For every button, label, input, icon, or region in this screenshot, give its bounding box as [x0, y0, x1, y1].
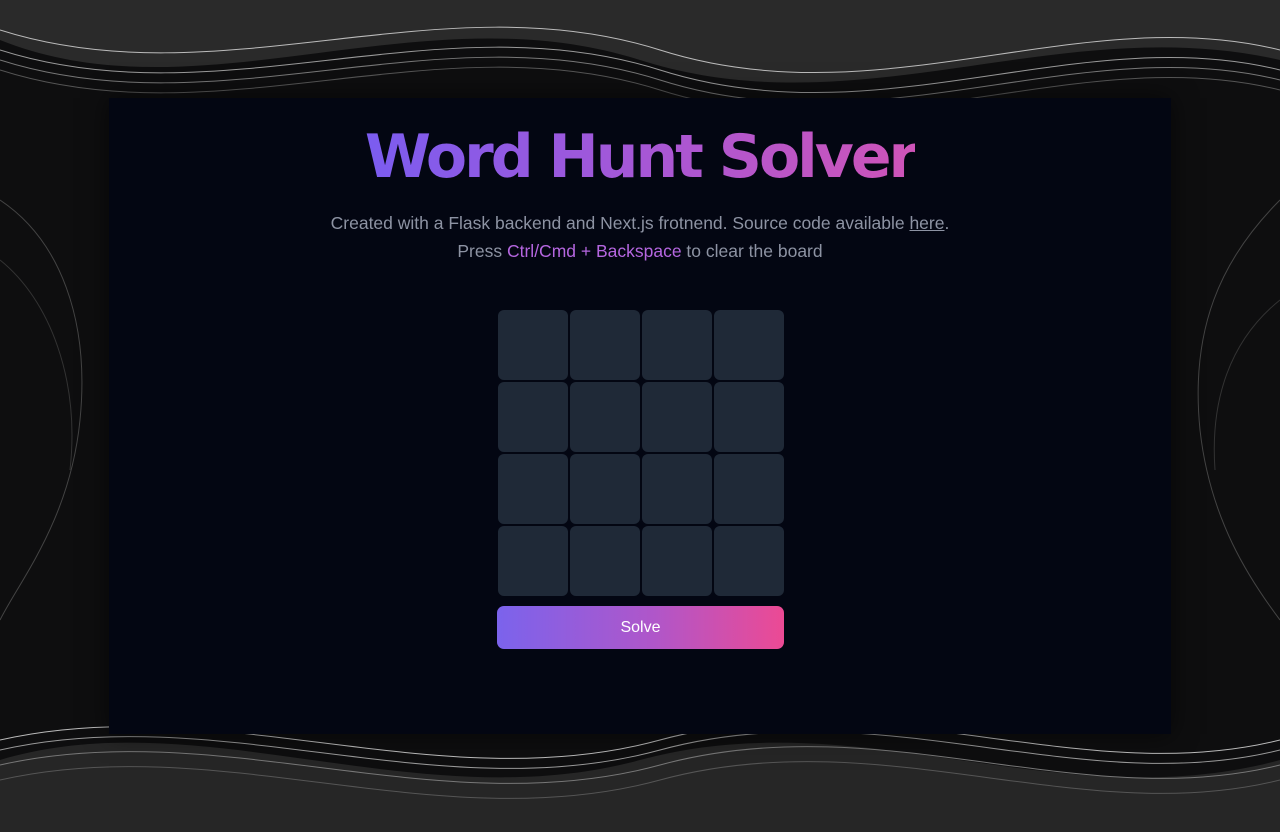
- intro-text: Created with a Flask backend and Next.js…: [309, 209, 971, 265]
- board-cell[interactable]: [642, 454, 712, 524]
- board-cell[interactable]: [714, 454, 784, 524]
- board-cell[interactable]: [570, 454, 640, 524]
- board-cell[interactable]: [714, 310, 784, 380]
- board-cell[interactable]: [714, 382, 784, 452]
- board-cell[interactable]: [498, 526, 568, 596]
- board-cell[interactable]: [570, 526, 640, 596]
- clear-shortcut-hint: Ctrl/Cmd + Backspace: [506, 241, 682, 261]
- page-title: Word Hunt Solver: [109, 122, 1171, 192]
- board-cell[interactable]: [642, 382, 712, 452]
- board-cell[interactable]: [498, 454, 568, 524]
- board-cell[interactable]: [498, 382, 568, 452]
- board-cell[interactable]: [642, 310, 712, 380]
- intro-text-start: Created with a Flask backend and Next.js…: [330, 213, 910, 233]
- board-cell[interactable]: [642, 526, 712, 596]
- main-panel: Word Hunt Solver Created with a Flask ba…: [109, 98, 1171, 734]
- page-title-text: Word Hunt Solver: [364, 122, 918, 192]
- solve-button[interactable]: Solve: [497, 606, 784, 649]
- intro-text-end: to clear the board: [681, 241, 823, 261]
- board-cell[interactable]: [570, 310, 640, 380]
- letter-board: [498, 310, 784, 596]
- board-cell[interactable]: [570, 382, 640, 452]
- board-cell[interactable]: [498, 310, 568, 380]
- source-code-link[interactable]: here: [909, 213, 944, 233]
- board-cell[interactable]: [714, 526, 784, 596]
